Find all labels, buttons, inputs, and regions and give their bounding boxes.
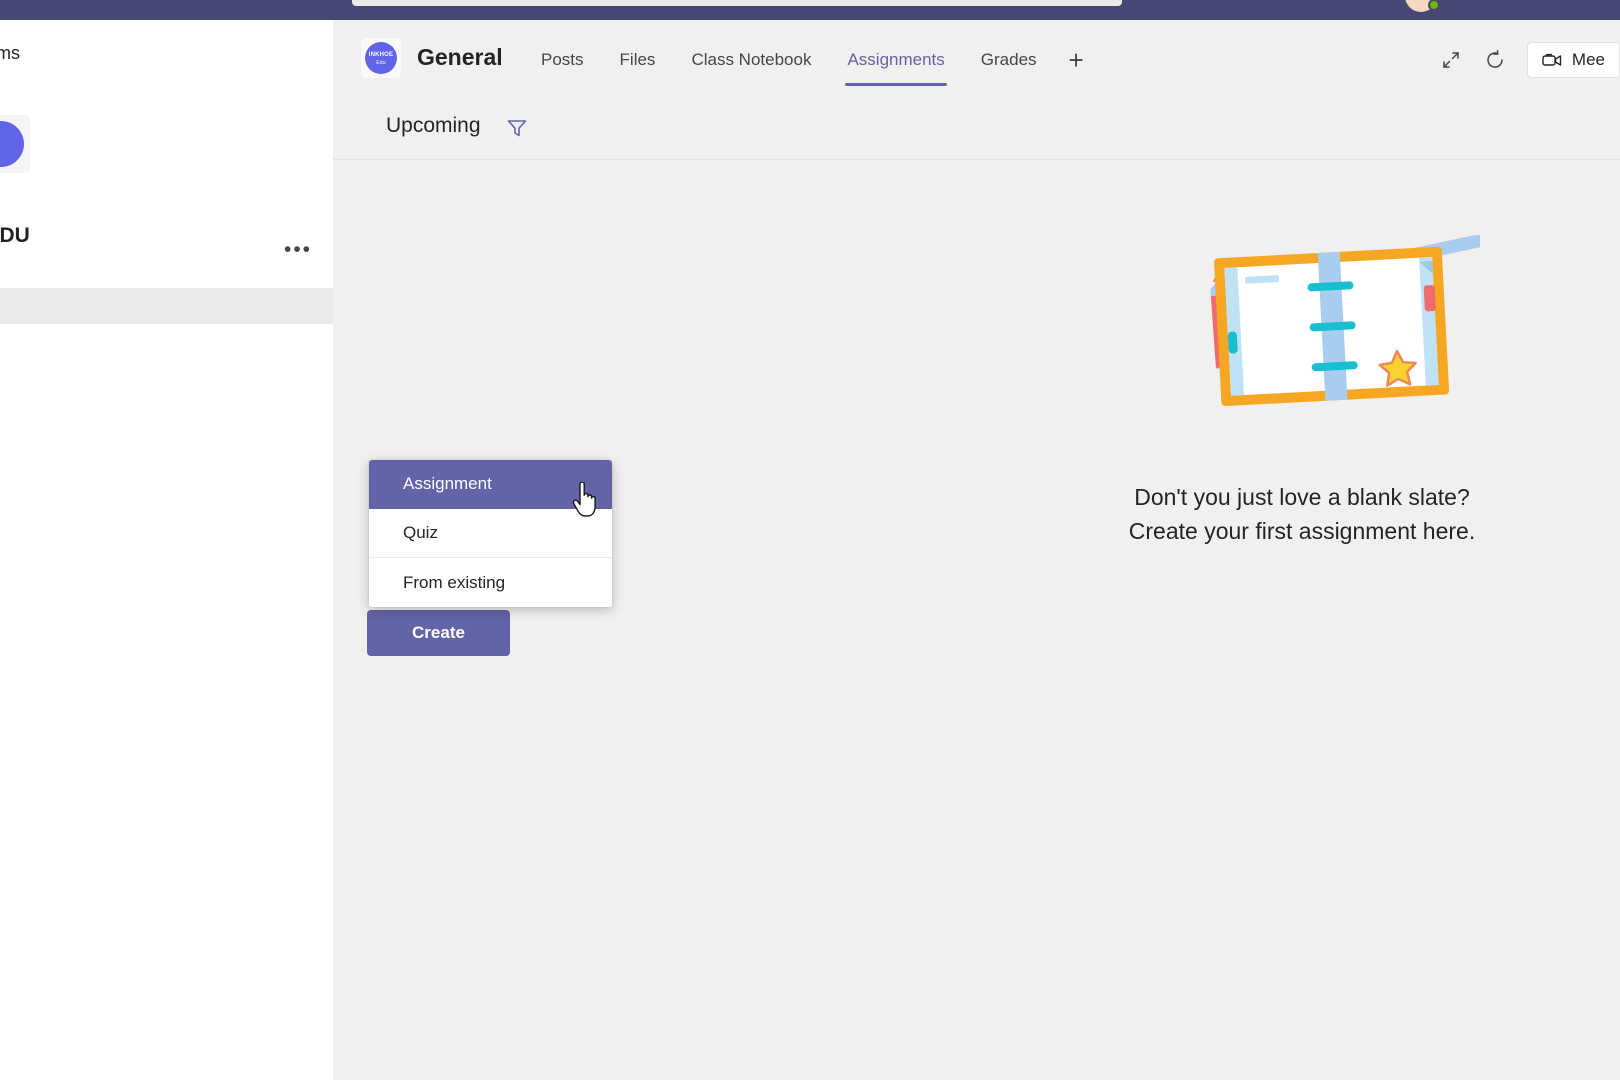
channel-tabs: Posts Files Class Notebook Assignments G…	[523, 46, 1098, 92]
presence-indicator	[1428, 0, 1440, 11]
tab-posts[interactable]: Posts	[523, 46, 602, 92]
sidebar-heading: eams	[0, 43, 20, 64]
team-avatar-bubble	[0, 121, 24, 167]
filter-icon[interactable]	[505, 116, 529, 145]
empty-state-line2: Create your first assignment here.	[802, 514, 1620, 548]
sidebar-team-name: e EDU	[0, 224, 30, 248]
create-menu: Assignment Quiz From existing	[369, 460, 612, 607]
app-topbar	[0, 0, 1620, 20]
tab-grades[interactable]: Grades	[963, 46, 1055, 92]
sidebar-item-general[interactable]	[0, 288, 333, 324]
teams-sidebar: eams e EDU •••	[0, 20, 333, 1080]
menu-item-quiz[interactable]: Quiz	[369, 509, 612, 558]
create-button[interactable]: Create	[367, 610, 510, 656]
sidebar-team-avatar[interactable]	[0, 115, 30, 173]
notebook-icon	[1214, 247, 1449, 407]
meet-button[interactable]: Mee	[1527, 42, 1620, 78]
team-more-options-button[interactable]: •••	[283, 242, 313, 270]
page-title: General	[417, 44, 503, 71]
upcoming-section-header: Upcoming	[333, 96, 1620, 160]
expand-icon[interactable]	[1429, 40, 1473, 80]
empty-state-illustration	[1160, 235, 1480, 435]
refresh-icon[interactable]	[1473, 40, 1517, 80]
tab-assignments[interactable]: Assignments	[829, 46, 962, 92]
camera-icon	[1542, 53, 1563, 68]
menu-item-from-existing[interactable]: From existing	[369, 558, 612, 607]
team-logo-line1: INKHOE	[369, 52, 394, 58]
empty-state-line1: Don't you just love a blank slate?	[802, 480, 1620, 514]
team-logo-circle: INKHOE Edu	[365, 42, 397, 74]
header-actions: Mee	[1429, 40, 1620, 80]
channel-header: INKHOE Edu General Posts Files Class Not…	[333, 20, 1620, 96]
channel-team-logo: INKHOE Edu	[361, 38, 401, 78]
team-logo-line2: Edu	[365, 59, 397, 67]
teams-window: eams e EDU ••• INKHOE Edu General Posts …	[0, 0, 1620, 1080]
upcoming-label: Upcoming	[386, 114, 481, 138]
add-tab-button[interactable]: +	[1055, 47, 1098, 91]
tab-files[interactable]: Files	[602, 46, 674, 92]
meet-button-label: Mee	[1572, 50, 1605, 70]
tab-class-notebook[interactable]: Class Notebook	[673, 46, 829, 92]
empty-state-text: Don't you just love a blank slate? Creat…	[802, 480, 1620, 548]
menu-item-assignment[interactable]: Assignment	[369, 460, 612, 509]
global-search-input[interactable]	[352, 0, 1122, 6]
main-content: INKHOE Edu General Posts Files Class Not…	[333, 20, 1620, 1080]
